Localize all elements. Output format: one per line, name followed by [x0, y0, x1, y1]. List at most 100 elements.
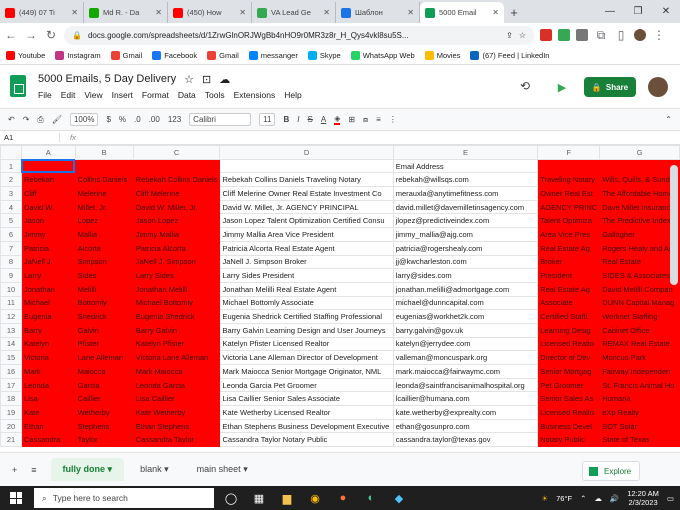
cell-c[interactable]: Barry Galvin — [132, 322, 221, 338]
cell-b[interactable]: Bottomly — [74, 295, 134, 311]
cell-b[interactable]: Sides — [74, 268, 134, 283]
meet-button[interactable]: ▶ — [548, 77, 576, 97]
cell-d[interactable]: Ethan Stephens Business Development Exec… — [219, 418, 394, 434]
cell-f[interactable]: Broker — [537, 254, 601, 270]
cell-d[interactable]: Katelyn Pfister Licensed Realtor — [219, 336, 394, 352]
cell-f[interactable]: AGENCY PRINC — [537, 199, 601, 215]
firefox-icon[interactable]: ● — [332, 487, 354, 509]
cell-a[interactable]: Ethan — [20, 418, 76, 434]
cell-e[interactable]: valleman@moncuspark.org — [392, 350, 539, 365]
cell-b[interactable]: Maiocca — [74, 364, 134, 379]
bookmark-item[interactable]: Gmail — [110, 51, 142, 60]
move-folder-icon[interactable]: ⊡ — [202, 73, 211, 86]
menu-item[interactable]: Extensions — [234, 90, 276, 100]
cell-c[interactable]: Katelyn Pfister — [132, 336, 221, 352]
bookmark-item[interactable]: WhatsApp Web — [350, 51, 415, 60]
cell-f[interactable]: Business Devel — [537, 418, 601, 434]
column-header[interactable]: E — [392, 145, 539, 160]
cell-d[interactable]: Michael Bottomly Associate — [219, 295, 394, 311]
extension-icon[interactable] — [558, 29, 570, 41]
cell-e[interactable]: david.millet@davemilletinsagency.com — [392, 199, 539, 215]
cell-g[interactable]: David Melilli Compan — [599, 281, 680, 297]
cell-e[interactable]: jj@kwcharleston.com — [392, 254, 539, 270]
cell-b[interactable]: Alcorta — [74, 240, 134, 256]
menu-item[interactable]: Help — [284, 90, 301, 100]
clock[interactable]: 12:20 AM 2/3/2023 — [627, 489, 659, 507]
chrome-icon[interactable]: ◉ — [304, 487, 326, 509]
taskbar-search-box[interactable]: ⌕ Type here to search — [34, 488, 214, 508]
cell-g[interactable]: St. Francis Animal Ho — [599, 377, 680, 393]
cell-g[interactable]: DUNN Capital Manag — [599, 295, 680, 311]
bookmark-item[interactable]: Facebook — [152, 51, 197, 60]
cell-c[interactable]: JaNell J. Simpson — [132, 254, 221, 270]
cell-a[interactable]: Victoria — [20, 350, 76, 365]
cell-b[interactable]: Stephens — [74, 418, 134, 434]
app-icon[interactable]: ◆ — [388, 487, 410, 509]
cell-f[interactable]: Traveling Notary — [537, 172, 601, 188]
cell-a[interactable]: Jason — [20, 213, 76, 229]
cell-b[interactable] — [74, 158, 134, 174]
row-header[interactable]: 12 — [0, 309, 22, 324]
bookmark-item[interactable]: Gmail — [207, 51, 239, 60]
cell-c[interactable]: David W. Millet, Jr. — [132, 199, 221, 215]
cell-e[interactable]: lcaillier@humana.com — [392, 391, 539, 407]
row-header[interactable]: 8 — [0, 254, 22, 270]
cell-b[interactable]: Melilli — [74, 281, 134, 297]
add-sheet-icon[interactable]: + — [12, 465, 17, 475]
cell-f[interactable]: Licensed Realto — [537, 405, 601, 420]
cell-d[interactable]: Leonda Garcia Pet Groomer — [219, 377, 394, 393]
back-icon[interactable]: ← — [4, 28, 18, 42]
cell-c[interactable]: Patricia Alcorta — [132, 240, 221, 256]
row-header[interactable]: 15 — [0, 350, 22, 365]
undo-icon[interactable]: ↶ — [8, 115, 15, 124]
cell-d[interactable]: Eugenia Shedrick Certified Staffing Prof… — [219, 309, 394, 324]
cell-b[interactable]: Millet, Jr. — [74, 199, 134, 215]
vertical-scrollbar[interactable] — [670, 165, 678, 285]
cell-f[interactable]: Pet Groomer — [537, 377, 601, 393]
cell-f[interactable] — [537, 158, 601, 174]
cell-g[interactable]: SOT Solar — [599, 418, 680, 434]
cell-c[interactable]: Jonathan Melilli — [132, 281, 221, 297]
cell-d[interactable] — [219, 158, 394, 174]
cell-g[interactable]: Cabinet Office — [599, 322, 680, 338]
row-header[interactable]: 19 — [0, 405, 22, 420]
bookmark-item[interactable]: Skype — [307, 51, 341, 60]
zoom-select[interactable]: 100% — [69, 113, 99, 126]
cell-a[interactable] — [20, 158, 76, 174]
cell-g[interactable]: Rogers Healy and Ass — [599, 240, 680, 256]
cell-b[interactable]: Shedrick — [74, 309, 134, 324]
spreadsheet-grid[interactable]: ABCDEFG 1 Email Address 2 Rebekah Collins Da… — [0, 145, 680, 452]
cell-d[interactable]: Lisa Caillier Senior Sales Associate — [219, 391, 394, 407]
windows-grid-icon[interactable]: ▦ — [248, 487, 270, 509]
tray-chevron-icon[interactable]: ⌃ — [580, 494, 586, 503]
extensions-puzzle-icon[interactable]: ⧉ — [594, 28, 608, 43]
cell-a[interactable]: Michael — [20, 295, 76, 311]
cell-b[interactable]: Caillier — [74, 391, 134, 407]
cell-g[interactable]: SIDES & Associates, I — [599, 268, 680, 283]
cell-table[interactable]: ABCDEFG 1 Email Address 2 Rebekah Collins Da… — [0, 145, 680, 448]
align-icon[interactable]: ≡ — [376, 115, 381, 124]
merge-cells-icon[interactable]: ⧈ — [363, 115, 368, 125]
row-header[interactable]: 21 — [0, 432, 22, 448]
column-header[interactable]: D — [219, 145, 394, 160]
explore-button[interactable]: Explore — [582, 461, 640, 481]
cell-f[interactable]: Talent Optimiza — [537, 213, 601, 229]
cell-a[interactable]: Katelyn — [20, 336, 76, 352]
column-header[interactable]: G — [599, 145, 680, 160]
menu-item[interactable]: Insert — [112, 90, 133, 100]
cell-g[interactable]: Fairway Independen — [599, 364, 680, 379]
cell-c[interactable]: Eugenia Shedrick — [132, 309, 221, 324]
cell-a[interactable]: Larry — [20, 268, 76, 283]
cell-c[interactable]: Victoria Lane Alleman — [132, 350, 221, 365]
bookmark-star-icon[interactable]: ☆ — [519, 31, 526, 40]
row-header[interactable]: 4 — [0, 199, 22, 215]
cell-f[interactable]: Learning Desig — [537, 322, 601, 338]
cell-c[interactable]: Ethan Stephens — [132, 418, 221, 434]
cell-b[interactable]: Collins Daniels — [74, 172, 134, 188]
menu-item[interactable]: Edit — [61, 90, 76, 100]
cell-d[interactable]: Cliff Melerine Owner Real Estate Investm… — [219, 186, 394, 201]
cell-a[interactable]: David W. — [20, 199, 76, 215]
cell-b[interactable]: Simpson — [74, 254, 134, 270]
close-tab-icon[interactable]: ✕ — [492, 8, 499, 17]
select-all-corner[interactable] — [0, 145, 22, 160]
